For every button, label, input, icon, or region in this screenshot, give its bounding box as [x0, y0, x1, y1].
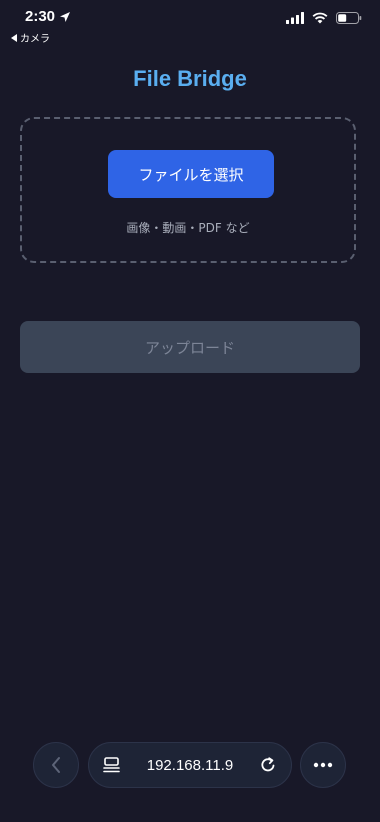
browser-toolbar: 192.168.11.9 [0, 740, 380, 790]
address-bar[interactable]: 192.168.11.9 [88, 742, 292, 788]
upload-button[interactable]: アップロード [20, 321, 360, 373]
back-triangle-icon [11, 33, 17, 42]
file-dropzone[interactable]: ファイルを選択 画像・動画・PDF など [20, 117, 356, 263]
file-types-hint: 画像・動画・PDF など [126, 221, 250, 235]
back-app-label: カメラ [20, 34, 50, 45]
more-icon [313, 762, 333, 768]
status-time: 2:30 [25, 8, 71, 25]
app-title: File Bridge [133, 66, 247, 91]
signal-icon [286, 12, 304, 24]
reload-icon[interactable] [259, 756, 277, 774]
back-to-app-link[interactable]: カメラ [11, 30, 50, 45]
back-chevron-icon [52, 757, 60, 773]
status-icons [286, 12, 362, 24]
time-text: 2:30 [25, 8, 56, 25]
more-options-button[interactable] [300, 742, 346, 788]
wifi-icon [312, 12, 328, 24]
select-file-button[interactable]: ファイルを選択 [108, 150, 274, 198]
battery-icon [336, 12, 362, 24]
browser-back-button[interactable] [33, 742, 79, 788]
location-arrow-icon [60, 11, 71, 22]
status-bar: 2:30 カメラ [0, 0, 380, 45]
